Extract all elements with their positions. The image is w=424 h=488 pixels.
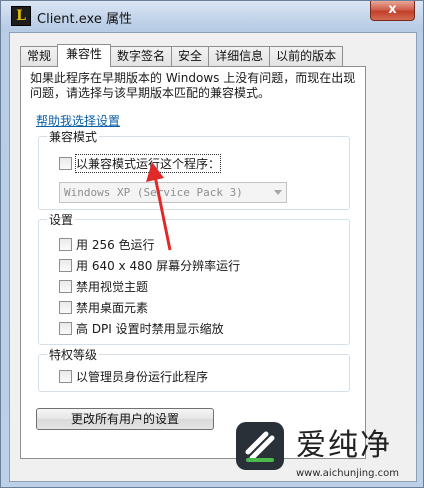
option-640x480-checkbox[interactable] [59, 258, 72, 272]
tab-compatibility[interactable]: 兼容性 [57, 44, 112, 67]
option-disable-desktop-composition-label: 禁用桌面元素 [76, 300, 149, 315]
tab-previous-versions[interactable]: 以前的版本 [269, 46, 344, 66]
chevron-down-icon [274, 190, 282, 195]
intro-text: 如果此程序在早期版本的 Windows 上没有问题，而现在出现问题，请选择与该早… [30, 71, 356, 100]
watermark-logo-icon [236, 422, 284, 470]
option-disable-visual-themes-label: 禁用视觉主题 [76, 279, 149, 294]
window-title: Client.exe 属性 [37, 12, 132, 27]
watermark-url: www.aichunjing.com [296, 468, 399, 479]
tab-general[interactable]: 常规 [20, 46, 59, 66]
option-256-colors-label: 用 256 色运行 [76, 237, 155, 252]
compat-mode-checkbox-row[interactable]: 以兼容模式运行这个程序： [59, 153, 222, 173]
os-version-select[interactable]: Windows XP (Service Pack 3) [59, 182, 287, 203]
compat-mode-checkbox-label: 以兼容模式运行这个程序： [74, 153, 222, 173]
properties-window: L Client.exe 属性 x 常规 兼容性 数字签名 安全 详细信息 以前… [0, 0, 424, 488]
option-disable-dpi-scaling-label: 高 DPI 设置时禁用显示缩放 [76, 321, 224, 336]
compat-mode-group: 兼容模式 以兼容模式运行这个程序： Windows XP (Service Pa… [38, 128, 350, 210]
watermark-text: 爱纯净 [296, 428, 392, 463]
close-button[interactable]: x [370, 1, 415, 21]
run-as-admin-checkbox[interactable] [59, 369, 72, 383]
option-disable-desktop-composition-checkbox[interactable] [59, 300, 72, 314]
tab-details[interactable]: 详细信息 [208, 46, 271, 66]
compat-mode-checkbox[interactable] [59, 156, 72, 170]
help-me-choose-link[interactable]: 帮助我选择设置 [36, 112, 120, 129]
option-640x480-label: 用 640 x 480 屏幕分辨率运行 [76, 258, 241, 273]
title-bar[interactable]: L Client.exe 属性 x [1, 1, 423, 31]
change-all-users-button[interactable]: 更改所有用户的设置 [36, 408, 214, 430]
privilege-group-label: 特权等级 [47, 346, 100, 363]
os-version-select-value: Windows XP (Service Pack 3) [64, 186, 243, 199]
tab-security[interactable]: 安全 [171, 46, 210, 66]
dialog-body: 常规 兼容性 数字签名 安全 详细信息 以前的版本 如果此程序在早期版本的 Wi… [9, 32, 417, 482]
option-256-colors-checkbox[interactable] [59, 237, 72, 251]
run-as-admin-label: 以管理员身份运行此程序 [76, 369, 209, 384]
option-disable-dpi-scaling-checkbox[interactable] [59, 321, 72, 335]
option-640x480[interactable]: 用 640 x 480 屏幕分辨率运行 [59, 257, 240, 273]
option-disable-visual-themes-checkbox[interactable] [59, 279, 72, 293]
tab-strip: 常规 兼容性 数字签名 安全 详细信息 以前的版本 [20, 44, 344, 67]
privilege-group: 特权等级 以管理员身份运行此程序 [38, 346, 350, 392]
tab-digital-signatures[interactable]: 数字签名 [110, 46, 173, 66]
option-disable-desktop-composition[interactable]: 禁用桌面元素 [59, 299, 148, 315]
settings-group: 设置 用 256 色运行 用 640 x 480 屏幕分辨率运行 禁用视觉主题 … [38, 211, 350, 345]
watermark: 爱纯净 www.aichunjing.com [222, 420, 422, 486]
run-as-admin-row[interactable]: 以管理员身份运行此程序 [59, 368, 208, 384]
option-disable-visual-themes[interactable]: 禁用视觉主题 [59, 278, 148, 294]
settings-group-label: 设置 [47, 211, 76, 228]
option-disable-dpi-scaling[interactable]: 高 DPI 设置时禁用显示缩放 [59, 320, 224, 336]
app-icon: L [11, 6, 31, 26]
option-256-colors[interactable]: 用 256 色运行 [59, 236, 155, 252]
compat-mode-group-label: 兼容模式 [47, 128, 100, 145]
